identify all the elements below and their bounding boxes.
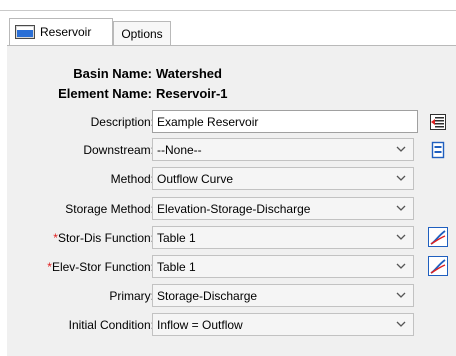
elev-stor-chart-icon[interactable] xyxy=(427,255,449,277)
tab-reservoir[interactable]: Reservoir xyxy=(9,18,113,45)
initial-condition-value: Inflow = Outflow xyxy=(157,317,243,332)
basin-name-label: Basin Name: xyxy=(73,66,152,81)
chevron-down-icon xyxy=(396,263,406,269)
description-value: Example Reservoir xyxy=(157,114,259,129)
description-editor-icon[interactable] xyxy=(427,111,449,133)
element-name-value: Reservoir-1 xyxy=(156,86,228,101)
elev-stor-function-label: *Elev-Stor Function: xyxy=(47,260,154,274)
stor-dis-function-value: Table 1 xyxy=(157,230,196,245)
description-label: Description: xyxy=(90,115,154,129)
method-value: Outflow Curve xyxy=(157,171,234,186)
primary-value: Storage-Discharge xyxy=(157,288,258,303)
primary-select[interactable]: Storage-Discharge xyxy=(152,284,414,307)
chevron-down-icon xyxy=(396,205,406,211)
initial-condition-select[interactable]: Inflow = Outflow xyxy=(152,313,414,336)
select-downstream-icon[interactable] xyxy=(427,139,449,161)
tab-strip: Reservoir Options xyxy=(0,0,456,46)
primary-label: Primary: xyxy=(109,289,154,303)
downstream-value: --None-- xyxy=(157,142,202,157)
reservoir-icon xyxy=(15,24,35,40)
method-label: Method: xyxy=(110,172,154,186)
storage-method-value: Elevation-Storage-Discharge xyxy=(157,201,311,216)
top-divider xyxy=(0,10,456,11)
element-name-label: Element Name: xyxy=(58,86,152,101)
elev-stor-function-select[interactable]: Table 1 xyxy=(152,255,414,278)
stor-dis-chart-icon[interactable] xyxy=(427,226,449,248)
chevron-down-icon xyxy=(396,292,406,298)
storage-method-label: Storage Method: xyxy=(65,202,154,216)
downstream-label: Downstream: xyxy=(83,143,154,157)
chevron-down-icon xyxy=(396,175,406,181)
chevron-down-icon xyxy=(396,234,406,240)
tab-options[interactable]: Options xyxy=(113,21,171,45)
method-select[interactable]: Outflow Curve xyxy=(152,167,414,190)
downstream-select[interactable]: --None-- xyxy=(152,138,414,161)
stor-dis-function-select[interactable]: Table 1 xyxy=(152,226,414,249)
initial-condition-label: Initial Condition: xyxy=(68,318,154,332)
tab-options-label: Options xyxy=(121,26,163,41)
stor-dis-function-label: *Stor-Dis Function: xyxy=(53,231,154,245)
storage-method-select[interactable]: Elevation-Storage-Discharge xyxy=(152,197,414,220)
tab-reservoir-label: Reservoir xyxy=(40,25,92,39)
chevron-down-icon xyxy=(396,321,406,327)
basin-name-value: Watershed xyxy=(156,66,222,81)
elev-stor-function-value: Table 1 xyxy=(157,259,196,274)
chevron-down-icon xyxy=(396,146,406,152)
reservoir-panel: Basin Name: Watershed Element Name: Rese… xyxy=(7,45,456,356)
description-input[interactable]: Example Reservoir xyxy=(152,110,418,133)
